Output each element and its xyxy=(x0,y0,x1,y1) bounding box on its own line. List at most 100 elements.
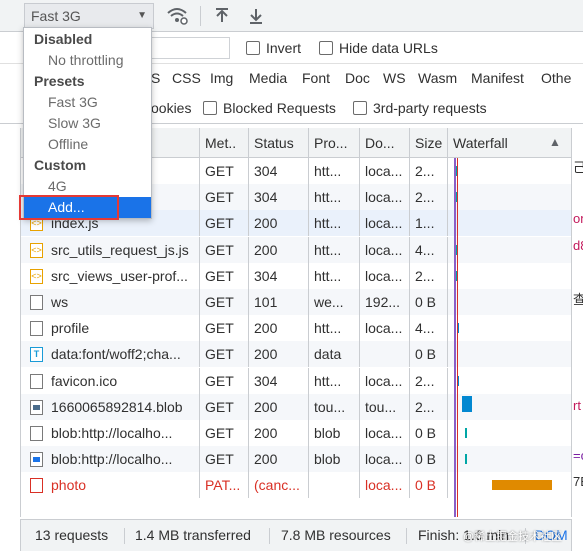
column-header-status[interactable]: Status xyxy=(249,128,309,158)
waterfall-cell xyxy=(448,289,571,315)
waterfall-cell xyxy=(448,420,571,446)
wifi-settings-icon[interactable] xyxy=(166,6,188,26)
table-row[interactable]: ws GET 101 we... 192... 0 B xyxy=(21,289,571,315)
cell-name: photo xyxy=(21,472,200,499)
waterfall-cell xyxy=(448,184,571,210)
cell-protocol: data xyxy=(309,341,360,368)
menu-item-fast-3g[interactable]: Fast 3G xyxy=(24,92,151,113)
status-divider xyxy=(406,528,407,544)
table-row[interactable]: profile GET 200 htt... loca... 4... xyxy=(21,315,571,342)
type-filter-manifest[interactable]: Manifest xyxy=(471,70,524,86)
cell-protocol: htt... xyxy=(309,315,360,342)
blocked-cookies-label: ookies xyxy=(151,100,192,116)
third-party-checkbox[interactable]: 3rd-party requests xyxy=(353,100,487,116)
waterfall-bar xyxy=(465,454,467,465)
table-row[interactable]: blob:http://localho... GET 200 blob loca... 0… xyxy=(21,420,571,446)
column-header-size[interactable]: Size xyxy=(410,128,448,158)
chevron-down-icon: ▼ xyxy=(137,10,147,21)
cell-method: PAT... xyxy=(200,472,249,499)
menu-item-4g[interactable]: 4G xyxy=(24,176,151,197)
cell-status: 304 xyxy=(249,158,309,184)
export-har-icon[interactable] xyxy=(246,6,268,26)
table-row[interactable]: data:font/woff2;cha... GET 200 data 0 B T xyxy=(21,341,571,368)
table-row[interactable]: 1660065892814.blob GET 200 tou... tou... 2... xyxy=(21,393,571,420)
throttling-select[interactable]: Fast 3G ▼ xyxy=(24,3,154,29)
type-filter-css[interactable]: CSS xyxy=(172,70,201,86)
group-label-disabled: Disabled xyxy=(34,31,93,47)
cell-method: GET xyxy=(200,367,249,394)
table-row[interactable]: src_utils_request_js.js GET 200 htt... loca.… xyxy=(21,236,571,263)
waterfall-label: Waterfall xyxy=(453,135,508,151)
column-header-method[interactable]: Met.. xyxy=(200,128,249,158)
cell-domain xyxy=(360,341,410,368)
import-har-icon[interactable] xyxy=(212,6,234,26)
watermark-text: @稀土掘金技术社区 xyxy=(463,531,563,543)
highlight-outline xyxy=(19,195,119,220)
type-filter-js[interactable]: S xyxy=(151,70,160,86)
waterfall-cell xyxy=(448,315,571,341)
third-party-label: 3rd-party requests xyxy=(373,100,487,116)
filter-input[interactable] xyxy=(150,37,230,59)
cell-method: GET xyxy=(200,315,249,342)
waterfall-cell xyxy=(448,472,571,498)
document-file-icon xyxy=(30,373,43,389)
menu-item-no-throttling[interactable]: No throttling xyxy=(24,50,151,71)
column-header-domain[interactable]: Do... xyxy=(360,128,410,158)
type-filter-font[interactable]: Font xyxy=(302,70,330,86)
cell-status: 200 xyxy=(249,315,309,342)
script-file-icon: <> xyxy=(30,268,43,284)
table-row[interactable]: photo PAT... (canc... loca... 0 B xyxy=(21,472,571,499)
waterfall-cell xyxy=(448,263,571,289)
cell-size: 0 B xyxy=(410,341,448,368)
type-filter-doc[interactable]: Doc xyxy=(345,70,370,86)
dom-content-loaded-line xyxy=(454,158,456,517)
sort-ascending-icon[interactable]: ▲ xyxy=(549,135,561,149)
document-file-icon xyxy=(30,426,43,441)
blocked-requests-label: Blocked Requests xyxy=(223,100,336,116)
checkbox-box xyxy=(203,101,217,115)
type-filter-ws[interactable]: WS xyxy=(383,70,406,86)
edge-code-text: d8 xyxy=(573,238,583,253)
cell-size: 2... xyxy=(410,367,448,394)
menu-item-offline[interactable]: Offline xyxy=(24,134,151,155)
edge-code-text: rt xyxy=(573,398,581,413)
font-file-icon: T xyxy=(30,347,43,363)
cell-domain: tou... xyxy=(360,393,410,420)
table-row[interactable]: src_views_user-prof... GET 304 htt... loca..… xyxy=(21,262,571,289)
invert-checkbox[interactable]: Invert xyxy=(246,40,301,56)
image-file-icon xyxy=(30,452,43,468)
table-row[interactable]: favicon.ico GET 304 htt... loca... 2... xyxy=(21,367,571,394)
cell-status: 304 xyxy=(249,367,309,394)
group-label-presets: Presets xyxy=(34,73,85,89)
table-row[interactable]: blob:http://localho... GET 200 blob loca... 0… xyxy=(21,446,571,473)
cell-name: ws xyxy=(21,289,200,315)
waterfall-bar xyxy=(492,480,552,491)
edge-code-text: 查 xyxy=(573,292,583,307)
document-file-icon xyxy=(30,321,43,337)
cell-domain: loca... xyxy=(360,262,410,289)
waterfall-cell xyxy=(448,158,571,184)
cell-size: 0 B xyxy=(410,446,448,473)
type-filter-other[interactable]: Othe xyxy=(541,70,571,86)
checkbox-box xyxy=(246,41,260,55)
cell-domain: loca... xyxy=(360,236,410,263)
waterfall-cell xyxy=(448,446,571,472)
menu-item-slow-3g[interactable]: Slow 3G xyxy=(24,113,151,134)
cell-name: blob:http://localho... xyxy=(21,420,200,446)
column-header-protocol[interactable]: Pro... xyxy=(309,128,360,158)
cell-method: GET xyxy=(200,236,249,263)
cell-protocol: blob xyxy=(309,420,360,446)
hide-data-urls-checkbox[interactable]: Hide data URLs xyxy=(319,40,438,56)
type-filter-media[interactable]: Media xyxy=(249,70,287,86)
cell-status: 200 xyxy=(249,341,309,368)
blocked-requests-checkbox[interactable]: Blocked Requests xyxy=(203,100,336,116)
transferred-size: 1.4 MB transferred xyxy=(135,527,251,543)
cell-domain: loca... xyxy=(360,446,410,473)
type-filter-wasm[interactable]: Wasm xyxy=(418,70,457,86)
cell-domain: loca... xyxy=(360,210,410,237)
image-file-icon xyxy=(30,399,43,415)
edge-code-text: =c xyxy=(573,448,583,463)
cell-protocol: htt... xyxy=(309,367,360,394)
type-filter-img[interactable]: Img xyxy=(210,70,233,86)
group-label-custom: Custom xyxy=(34,157,87,173)
